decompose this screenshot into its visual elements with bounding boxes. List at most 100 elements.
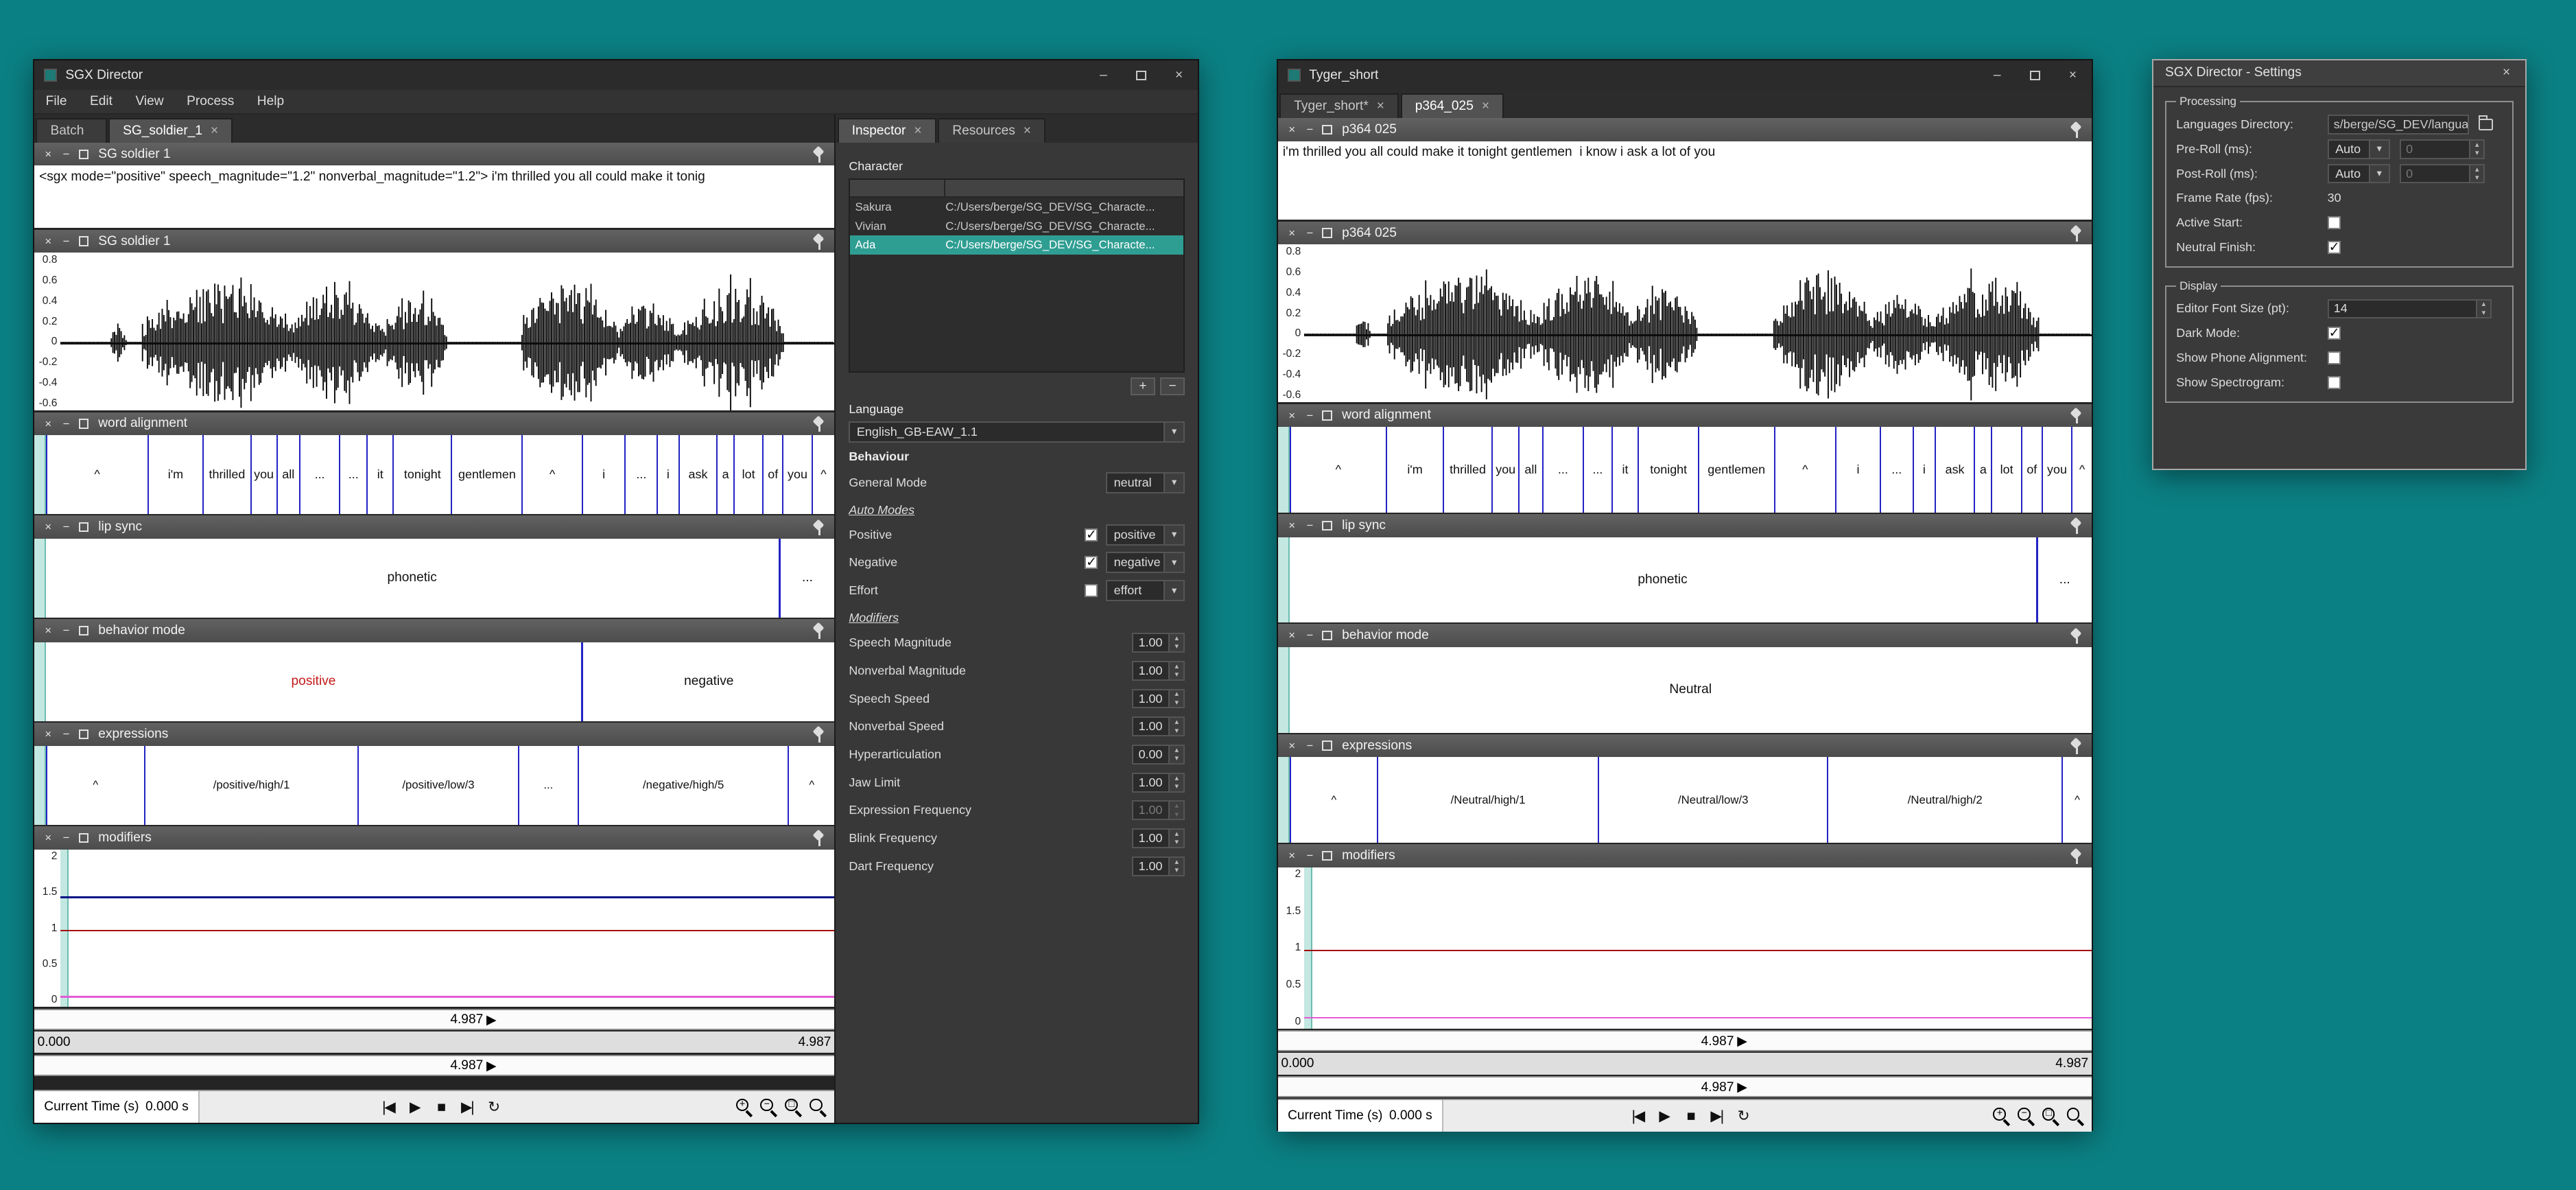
playhead-marker-icon[interactable]: ▶ [1737,1081,1747,1094]
word-cell[interactable]: i [657,435,678,514]
word-cell[interactable]: tonight [1638,427,1697,513]
panel-float-icon[interactable] [79,236,88,246]
pin-icon[interactable] [813,622,826,639]
panel-collapse-icon[interactable]: − [60,143,72,166]
character-row[interactable]: Ada C:/Users/berge/SG_DEV/SG_Characte... [850,235,1183,255]
playhead-marker-icon[interactable]: ▶ [486,1014,497,1027]
sgx-text-editor[interactable]: <sgx mode="positive" speech_magnitude="1… [34,165,834,228]
postroll-mode-dropdown[interactable]: Auto ▾ [2328,164,2390,184]
minimize-button[interactable]: – [1978,60,2016,90]
word-cell[interactable]: ... [1880,427,1913,513]
word-cell[interactable]: i [1913,427,1935,513]
zoom-in-button[interactable]: + [734,1097,754,1117]
pin-icon[interactable] [813,726,826,743]
zoom-fit-button[interactable] [808,1097,828,1117]
modifier-spinbox[interactable]: 1.00 ▴▾ [1132,689,1185,709]
character-row[interactable]: Sakura C:/Users/berge/SG_DEV/SG_Characte… [850,198,1183,217]
close-button[interactable]: × [1160,60,1198,90]
word-cell[interactable]: ^ [521,435,581,514]
spinner-arrows[interactable]: ▴▾ [1168,746,1183,763]
pin-icon[interactable] [813,519,826,535]
expression-cell[interactable]: /positive/high/1 [144,746,357,825]
pin-icon[interactable] [2070,517,2083,534]
timeline-zoom-slider-top[interactable]: 4.987▶ [34,1009,834,1030]
word-cell[interactable]: thrilled [202,435,250,514]
word-cell[interactable]: ... [624,435,657,514]
word-cell[interactable]: all [1518,427,1541,513]
auto-mode-checkbox[interactable] [1085,584,1098,597]
timeline-zoom-slider-bottom[interactable]: 4.987▶ [34,1055,834,1076]
modifier-spinbox[interactable]: 1.00 ▴▾ [1132,800,1185,820]
titlebar[interactable]: SGX Director - Settings × [2153,60,2525,86]
waveform-plot[interactable] [60,253,834,410]
spinner-arrows[interactable]: ▴▾ [1168,774,1183,791]
lip-sync-tail[interactable]: ... [2036,537,2092,623]
expression-cell[interactable]: /Neutral/high/2 [1827,757,2061,843]
panel-collapse-icon[interactable]: − [1304,118,1316,141]
expression-cell[interactable]: ^ [1290,757,1378,843]
panel-collapse-icon[interactable]: − [60,230,72,253]
loop-button[interactable]: ↻ [1733,1106,1753,1127]
skip-end-button[interactable]: ▶| [1707,1106,1727,1127]
panel-collapse-icon[interactable]: − [1304,404,1316,428]
menu-item[interactable]: File [34,94,78,109]
titlebar[interactable]: Tyger_short – × [1278,60,2092,90]
skip-end-button[interactable]: ▶| [457,1097,477,1118]
modifiers-plot[interactable] [60,850,834,1007]
panel-float-icon[interactable] [1322,228,1332,237]
pin-icon[interactable] [2070,225,2083,242]
panel-float-icon[interactable] [79,419,88,428]
panel-float-icon[interactable] [79,150,88,159]
maximize-button[interactable] [1122,60,1160,90]
inspector-tab[interactable]: Inspector × [838,118,936,143]
zoom-fit-button[interactable] [2066,1106,2085,1126]
pin-icon[interactable] [813,830,826,846]
zoom-selection-button[interactable]: □ [783,1097,803,1117]
timeline-range[interactable]: 0.000 4.987 [1278,1053,2092,1074]
word-cell[interactable]: ask [1935,427,1974,513]
stop-button[interactable]: ■ [431,1097,451,1118]
modifiers-plot[interactable] [1304,867,2092,1029]
word-cell[interactable]: ask [678,435,717,514]
pin-icon[interactable] [2070,407,2083,423]
word-cell[interactable]: ... [1542,427,1583,513]
panel-float-icon[interactable] [79,833,88,843]
auto-mode-dropdown[interactable]: negative ▾ [1106,552,1185,573]
word-cell[interactable]: ^ [1290,427,1386,513]
menu-item[interactable]: Edit [78,94,123,109]
modifier-spinbox[interactable]: 1.00 ▴▾ [1132,716,1185,736]
zoom-out-button[interactable]: − [759,1097,779,1117]
panel-close-icon[interactable]: × [43,826,54,850]
panel-close-icon[interactable]: × [43,515,54,539]
panel-float-icon[interactable] [79,730,88,739]
panel-float-icon[interactable] [1322,740,1332,750]
languages-directory-field[interactable]: s/berge/SG_DEV/languages [2328,115,2469,135]
zoom-in-button[interactable]: + [1992,1106,2011,1126]
timeline-zoom-slider-top[interactable]: 4.987▶ [1278,1030,2092,1051]
expression-cell[interactable]: /Neutral/low/3 [1598,757,1827,843]
word-cell[interactable]: lot [733,435,762,514]
word-cell[interactable]: a [1974,427,1991,513]
menu-item[interactable]: Process [175,94,246,109]
word-cell[interactable]: it [1611,427,1638,513]
pin-icon[interactable] [2070,121,2083,138]
zoom-selection-button[interactable]: □ [2041,1106,2061,1126]
modifier-spinbox[interactable]: 1.00 ▴▾ [1132,633,1185,653]
word-cell[interactable]: ... [1583,427,1611,513]
panel-close-icon[interactable]: × [1286,222,1298,245]
panel-close-icon[interactable]: × [1286,624,1298,647]
spinner-arrows[interactable]: ▴▾ [2469,141,2484,158]
modifier-spinbox[interactable]: 1.00 ▴▾ [1132,661,1185,681]
behavior-segment[interactable]: negative [581,642,834,721]
minimize-button[interactable]: – [1085,60,1122,90]
panel-collapse-icon[interactable]: − [60,826,72,850]
panel-close-icon[interactable]: × [43,412,54,436]
neutral-finish-checkbox[interactable] [2328,241,2341,254]
skip-start-button[interactable]: |◀ [1628,1106,1648,1127]
general-mode-dropdown[interactable]: neutral ▾ [1106,472,1185,493]
pin-icon[interactable] [813,415,826,432]
panel-collapse-icon[interactable]: − [1304,734,1316,758]
word-cell[interactable]: gentlemen [451,435,521,514]
tab-close-icon[interactable]: × [914,124,921,139]
language-dropdown[interactable]: English_GB-EAW_1.1 ▾ [849,421,1185,443]
